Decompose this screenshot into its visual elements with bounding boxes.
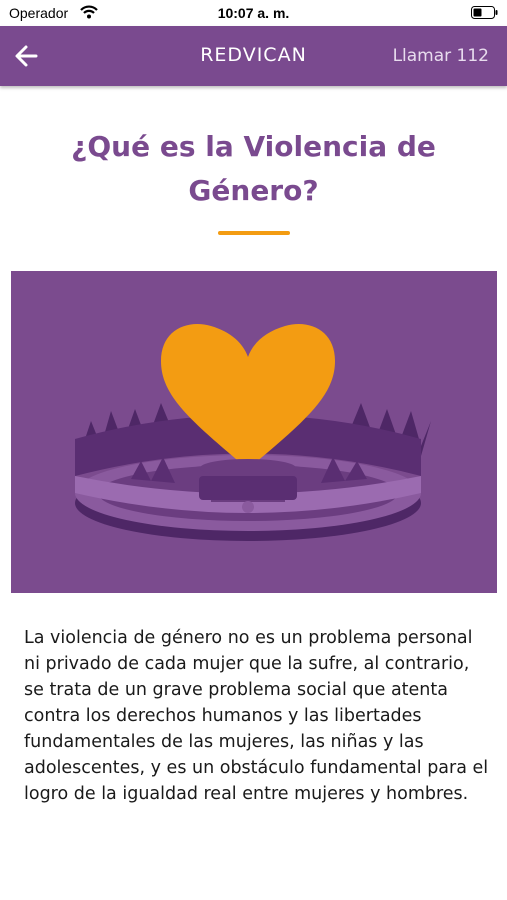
status-bar: Operador 10:07 a. m. (0, 0, 507, 26)
article-body: La violencia de género no es un problema… (24, 628, 489, 804)
heart-trap-illustration (11, 271, 497, 593)
battery-icon (471, 6, 498, 19)
page-title: ¿Qué es la Violencia de Género? (71, 130, 436, 207)
top-navigation-bar: REDVICAN Llamar 112 (0, 26, 507, 86)
title-underline (218, 231, 290, 235)
status-time: 10:07 a. m. (217, 5, 290, 21)
call-112-button[interactable]: Llamar 112 (393, 46, 489, 66)
